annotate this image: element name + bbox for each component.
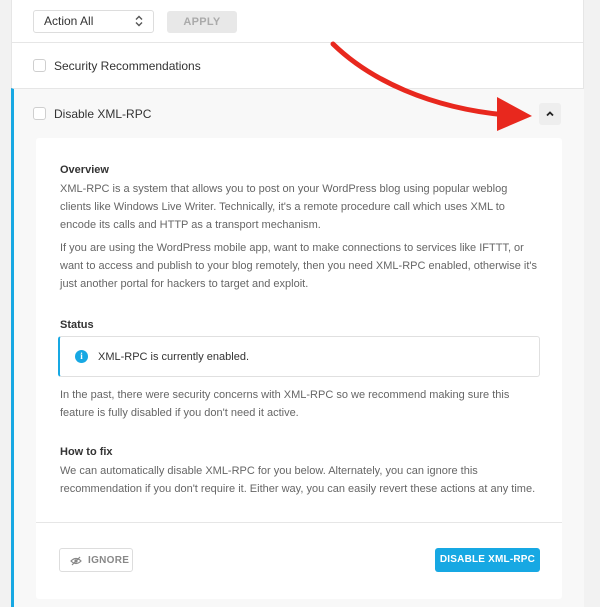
collapse-button[interactable] [539, 103, 561, 125]
ignore-button[interactable]: IGNORE [59, 548, 133, 572]
status-heading: Status [60, 319, 94, 331]
list-item-security-recommendations[interactable]: Security Recommendations [11, 42, 584, 88]
eye-slash-icon [70, 556, 82, 566]
expanded-panel-wrapper: Overview XML-RPC is a system that allows… [11, 138, 584, 607]
apply-button[interactable]: APPLY [167, 11, 237, 33]
status-notice: i XML-RPC is currently enabled. [58, 336, 540, 377]
overview-paragraph-2: If you are using the WordPress mobile ap… [60, 242, 537, 290]
status-notice-text: XML-RPC is currently enabled. [98, 351, 250, 363]
disable-xml-rpc-button[interactable]: DISABLE XML-RPC [435, 548, 540, 572]
how-to-fix-paragraph: We can automatically disable XML-RPC for… [60, 465, 536, 495]
info-icon: i [75, 350, 88, 363]
row-label: Security Recommendations [54, 59, 201, 73]
row-label: Disable XML-RPC [54, 107, 152, 121]
how-to-fix-heading: How to fix [60, 446, 113, 458]
panel-footer: IGNORE DISABLE XML-RPC [36, 522, 562, 599]
select-checkbox[interactable] [33, 107, 46, 120]
recommendation-details: Overview XML-RPC is a system that allows… [36, 138, 562, 599]
overview-paragraph-1: XML-RPC is a system that allows you to p… [60, 183, 508, 231]
chevron-up-icon [546, 111, 554, 117]
bulk-action-select[interactable]: Action All [33, 10, 154, 33]
list-item-disable-xml-rpc[interactable]: Disable XML-RPC [11, 88, 584, 138]
select-checkbox[interactable] [33, 59, 46, 72]
bulk-action-value: Action All [44, 14, 94, 28]
chevron-updown-icon [135, 15, 143, 27]
ignore-label: IGNORE [88, 555, 130, 566]
bulk-actions-toolbar: Action All APPLY [11, 0, 584, 42]
overview-heading: Overview [60, 164, 109, 176]
status-paragraph: In the past, there were security concern… [60, 389, 510, 419]
